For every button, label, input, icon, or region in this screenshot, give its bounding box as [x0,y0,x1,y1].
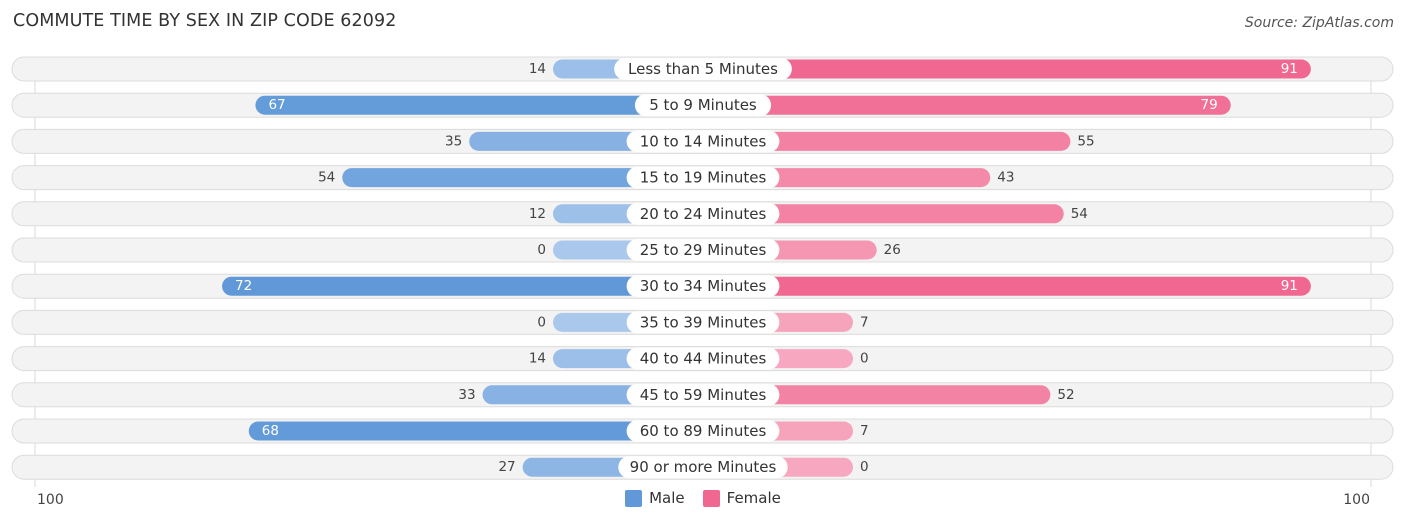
value-label-male: 68 [262,423,279,439]
value-label-male: 14 [529,351,546,367]
category-label: 40 to 44 Minutes [640,350,767,368]
bar-female[interactable] [703,59,1311,79]
category-label: 45 to 59 Minutes [640,386,767,404]
value-label-female: 52 [1057,387,1074,403]
value-label-male: 0 [537,314,546,330]
value-label-female: 26 [884,242,901,258]
legend: Male Female [0,489,1406,507]
legend-item-female[interactable]: Female [702,489,781,507]
legend-label-female: Female [726,489,781,507]
value-label-male: 0 [537,242,546,258]
value-label-female: 7 [860,314,869,330]
category-label: 20 to 24 Minutes [640,205,767,223]
value-label-male: 67 [268,97,285,113]
category-label: 90 or more Minutes [630,458,777,476]
legend-item-male[interactable]: Male [625,489,685,507]
value-label-male: 14 [529,61,546,77]
legend-swatch-male [625,489,643,507]
value-label-female: 0 [860,459,869,475]
category-label: 15 to 19 Minutes [640,169,767,187]
chart-area: Less than 5 Minutes 14 91 5 to 9 Minutes 67 7… [11,56,1394,508]
value-label-female: 43 [997,170,1014,186]
category-label: Less than 5 Minutes [628,60,778,78]
bar-female[interactable] [703,276,1311,296]
value-label-female: 7 [860,423,869,439]
value-label-male: 54 [318,170,335,186]
category-label: 60 to 89 Minutes [640,422,767,440]
value-label-female: 79 [1201,97,1218,113]
value-label-female: 55 [1077,133,1094,149]
category-label: 10 to 14 Minutes [640,132,767,150]
value-label-female: 54 [1071,206,1088,222]
value-label-male: 72 [235,278,252,294]
value-label-male: 35 [445,133,462,149]
value-label-female: 91 [1281,278,1298,294]
value-label-male: 27 [498,459,515,475]
value-label-female: 91 [1281,61,1298,77]
legend-label-male: Male [649,489,685,507]
category-label: 25 to 29 Minutes [640,241,767,259]
category-label: 5 to 9 Minutes [649,96,757,114]
value-label-female: 0 [860,351,869,367]
legend-swatch-female [702,489,720,507]
category-label: 30 to 34 Minutes [640,277,767,295]
bar-female[interactable] [703,95,1231,115]
value-label-male: 33 [458,387,475,403]
category-label: 35 to 39 Minutes [640,313,767,331]
value-label-male: 12 [529,206,546,222]
